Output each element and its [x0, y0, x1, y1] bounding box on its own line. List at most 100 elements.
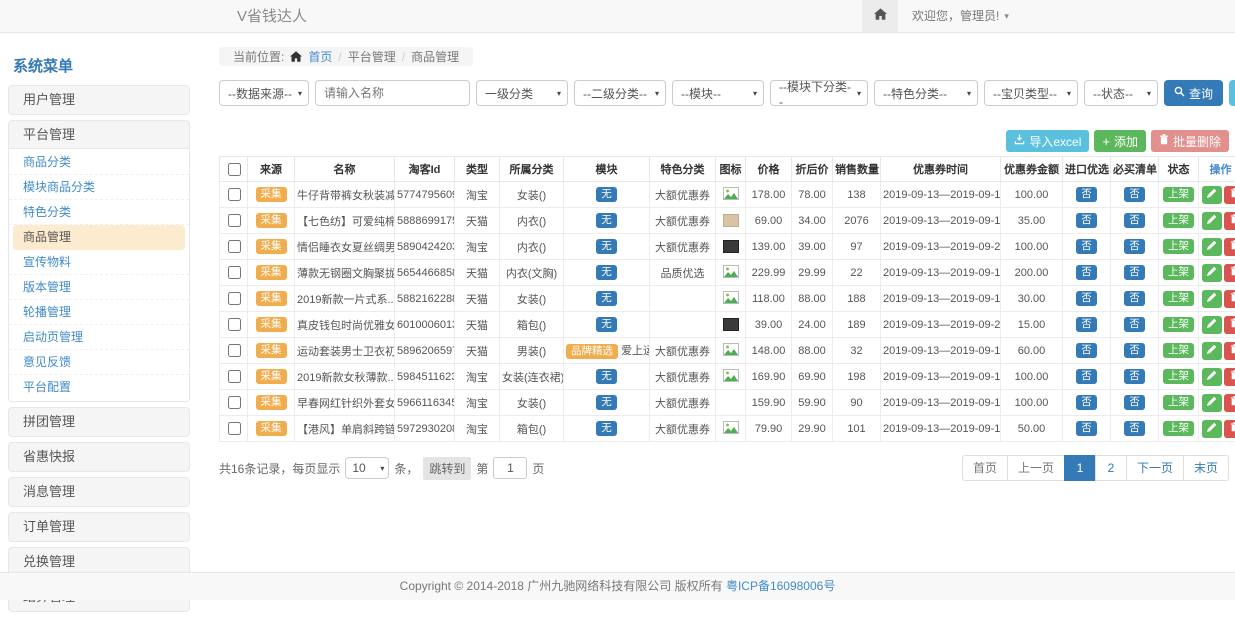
status-toggle[interactable]: 上架 — [1163, 421, 1194, 436]
sidebar-section-1[interactable]: 平台管理 — [9, 121, 189, 149]
edit-button[interactable] — [1202, 342, 1222, 360]
sidebar-item[interactable]: 版本管理 — [9, 275, 189, 300]
filter-select-module[interactable]: --模块--▾ — [672, 80, 764, 106]
sidebar-item[interactable]: 平台配置 — [9, 375, 189, 400]
must-buy-toggle[interactable]: 否 — [1124, 395, 1145, 410]
status-toggle[interactable]: 上架 — [1163, 343, 1194, 358]
per-page-select[interactable]: 10 ▾ — [345, 457, 389, 479]
status-toggle[interactable]: 上架 — [1163, 317, 1194, 332]
sidebar-section-0[interactable]: 用户管理 — [9, 86, 189, 114]
delete-button[interactable] — [1224, 264, 1235, 282]
delete-button[interactable] — [1224, 342, 1235, 360]
status-toggle[interactable]: 上架 — [1163, 291, 1194, 306]
row-checkbox[interactable] — [228, 240, 241, 253]
jump-page-input[interactable] — [493, 457, 527, 479]
delete-button[interactable] — [1224, 394, 1235, 412]
delete-button[interactable] — [1224, 186, 1235, 204]
user-menu[interactable]: 欢迎您，管理员! ▾ — [912, 0, 1009, 32]
status-toggle[interactable]: 上架 — [1163, 395, 1194, 410]
sidebar-section-3[interactable]: 省惠快报 — [9, 443, 189, 471]
import-optimal-toggle[interactable]: 否 — [1076, 239, 1097, 254]
sidebar-item[interactable]: 特色分类 — [9, 200, 189, 225]
search-button[interactable]: 查询 — [1164, 80, 1223, 106]
delete-button[interactable] — [1224, 420, 1235, 438]
must-buy-toggle[interactable]: 否 — [1124, 213, 1145, 228]
edit-button[interactable] — [1202, 290, 1222, 308]
must-buy-toggle[interactable]: 否 — [1124, 343, 1145, 358]
filter-select-category-level1[interactable]: 一级分类▾ — [476, 80, 568, 106]
must-buy-toggle[interactable]: 否 — [1124, 421, 1145, 436]
import-optimal-toggle[interactable]: 否 — [1076, 265, 1097, 280]
sidebar-section-5[interactable]: 订单管理 — [9, 513, 189, 541]
edit-button[interactable] — [1202, 420, 1222, 438]
sidebar-item[interactable]: 启动页管理 — [9, 325, 189, 350]
breadcrumb-home-link[interactable]: 首页 — [308, 48, 332, 65]
edit-button[interactable] — [1202, 394, 1222, 412]
row-checkbox[interactable] — [228, 344, 241, 357]
import-optimal-toggle[interactable]: 否 — [1076, 421, 1097, 436]
delete-button[interactable] — [1224, 368, 1235, 386]
import-optimal-toggle[interactable]: 否 — [1076, 395, 1097, 410]
delete-button[interactable] — [1224, 212, 1235, 230]
row-checkbox[interactable] — [228, 188, 241, 201]
select-all-checkbox[interactable] — [228, 163, 241, 176]
status-toggle[interactable]: 上架 — [1163, 239, 1194, 254]
row-checkbox[interactable] — [228, 370, 241, 383]
status-toggle[interactable]: 上架 — [1163, 187, 1194, 202]
edit-button[interactable] — [1202, 212, 1222, 230]
import-optimal-toggle[interactable]: 否 — [1076, 187, 1097, 202]
pager-button[interactable]: 2 — [1095, 455, 1127, 481]
row-checkbox[interactable] — [228, 318, 241, 331]
filter-select-item-type[interactable]: --宝贝类型--▾ — [984, 80, 1078, 106]
pager-button[interactable]: 上一页 — [1007, 455, 1065, 481]
pager-button[interactable]: 1 — [1064, 455, 1096, 481]
delete-button[interactable] — [1224, 238, 1235, 256]
row-checkbox[interactable] — [228, 214, 241, 227]
sidebar-section-4[interactable]: 消息管理 — [9, 478, 189, 506]
pager-button[interactable]: 末页 — [1183, 455, 1229, 481]
sidebar-item[interactable]: 商品分类 — [9, 150, 189, 175]
filter-select-data-source[interactable]: --数据来源--▾ — [219, 80, 309, 106]
pager-button[interactable]: 下一页 — [1126, 455, 1184, 481]
sidebar-item[interactable]: 意见反馈 — [9, 350, 189, 375]
import-optimal-toggle[interactable]: 否 — [1076, 343, 1097, 358]
icp-link[interactable]: 粤ICP备16098006号 — [726, 579, 835, 593]
sidebar-item[interactable]: 宣传物料 — [9, 250, 189, 275]
status-toggle[interactable]: 上架 — [1163, 369, 1194, 384]
import-optimal-toggle[interactable]: 否 — [1076, 213, 1097, 228]
edit-button[interactable] — [1202, 238, 1222, 256]
must-buy-toggle[interactable]: 否 — [1124, 239, 1145, 254]
sidebar-item[interactable]: 模块商品分类 — [9, 175, 189, 200]
must-buy-toggle[interactable]: 否 — [1124, 317, 1145, 332]
must-buy-toggle[interactable]: 否 — [1124, 291, 1145, 306]
home-nav-button[interactable] — [862, 0, 898, 32]
filter-input-name-search[interactable] — [315, 80, 470, 106]
sidebar-item[interactable]: 轮播管理 — [9, 300, 189, 325]
import-optimal-toggle[interactable]: 否 — [1076, 369, 1097, 384]
edit-button[interactable] — [1202, 264, 1222, 282]
filter-select-module-subcategory[interactable]: --模块下分类--▾ — [770, 80, 868, 106]
sidebar-item[interactable]: 商品管理 — [13, 225, 185, 250]
delete-button[interactable] — [1224, 316, 1235, 334]
jump-button[interactable]: 跳转到 — [423, 457, 471, 480]
row-checkbox[interactable] — [228, 422, 241, 435]
must-buy-toggle[interactable]: 否 — [1124, 187, 1145, 202]
filter-select-status[interactable]: --状态--▾ — [1084, 80, 1158, 106]
must-buy-toggle[interactable]: 否 — [1124, 369, 1145, 384]
pager-button[interactable]: 首页 — [962, 455, 1008, 481]
add-button[interactable]: + 添加 — [1094, 130, 1146, 152]
import-optimal-toggle[interactable]: 否 — [1076, 317, 1097, 332]
import-optimal-toggle[interactable]: 否 — [1076, 291, 1097, 306]
import-excel-button[interactable]: 导入excel — [1006, 130, 1089, 152]
sidebar-section-2[interactable]: 拼团管理 — [9, 408, 189, 436]
delete-button[interactable] — [1224, 290, 1235, 308]
row-checkbox[interactable] — [228, 396, 241, 409]
reset-button[interactable]: 重置 — [1229, 80, 1235, 106]
edit-button[interactable] — [1202, 186, 1222, 204]
edit-button[interactable] — [1202, 368, 1222, 386]
batch-delete-button[interactable]: 批量删除 — [1151, 130, 1229, 152]
filter-select-category-level2[interactable]: --二级分类--▾ — [574, 80, 666, 106]
edit-button[interactable] — [1202, 316, 1222, 334]
filter-select-feature-category[interactable]: --特色分类--▾ — [874, 80, 978, 106]
status-toggle[interactable]: 上架 — [1163, 213, 1194, 228]
